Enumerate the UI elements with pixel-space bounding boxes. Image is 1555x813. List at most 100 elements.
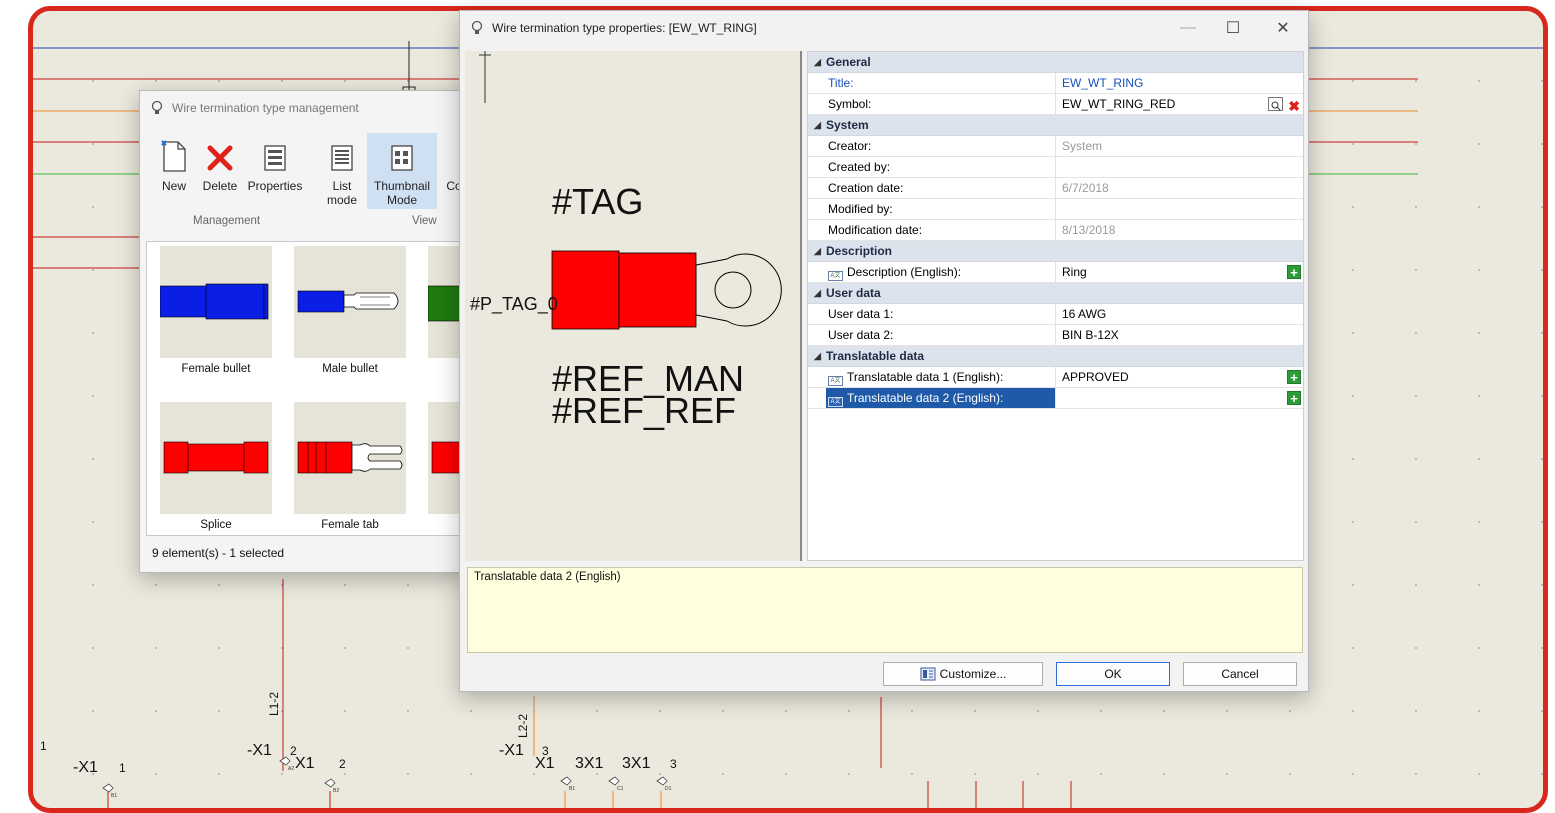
grid-dot — [407, 647, 409, 649]
termination-properties-dialog[interactable]: Wire termination type properties: [EW_WT… — [459, 10, 1309, 692]
property-modified-by-row[interactable]: Modified by: — [808, 199, 1303, 220]
grid-dot — [1415, 143, 1417, 145]
wire-label-l1: L1-2 — [267, 692, 281, 716]
customize-button[interactable]: Customize... — [883, 662, 1043, 686]
thumbnail-item[interactable]: Female bullet — [159, 246, 272, 375]
add-translation-icon[interactable]: + — [1287, 370, 1301, 384]
grid-dot — [92, 395, 94, 397]
grid-dot — [1415, 458, 1417, 460]
thumbnail-mode-button[interactable]: Thumbnail Mode — [367, 133, 437, 209]
category-description[interactable]: ◢ Description — [808, 241, 1303, 262]
property-value[interactable]: BIN B-12X — [1060, 325, 1300, 345]
preview-p-tag: #P_TAG_0 — [470, 294, 558, 315]
grid-dot — [1415, 206, 1417, 208]
grid-dot — [344, 584, 346, 586]
property-creator-row[interactable]: Creator: System — [808, 136, 1303, 157]
property-value: 8/13/2018 — [1062, 223, 1116, 237]
grid-dot — [1352, 647, 1354, 649]
property-value[interactable] — [1060, 388, 1300, 408]
properties-button[interactable]: Properties — [243, 133, 307, 193]
category-translatable-data[interactable]: ◢ Translatable data — [808, 346, 1303, 367]
property-created-by-row[interactable]: Created by: — [808, 157, 1303, 178]
grid-dot — [1541, 458, 1543, 460]
translation-icon: A文 — [828, 397, 843, 407]
grid-dot — [92, 647, 94, 649]
category-general[interactable]: ◢ General — [808, 52, 1303, 73]
grid-dot — [1352, 521, 1354, 523]
grid-dot — [1352, 206, 1354, 208]
property-user-data-2-row[interactable]: User data 2: BIN B-12X — [808, 325, 1303, 346]
property-modification-date-row[interactable]: Modification date: 8/13/2018 — [808, 220, 1303, 241]
pin-label: A2 — [288, 766, 294, 772]
new-button[interactable]: New — [154, 133, 194, 193]
grid-dot — [344, 647, 346, 649]
property-symbol-row[interactable]: Symbol: EW_WT_RING_RED ✖ — [808, 94, 1303, 116]
terminal-x1-a: -X1 — [73, 759, 98, 776]
grid-dot — [911, 773, 913, 775]
close-button[interactable]: ✕ — [1260, 11, 1306, 45]
grid-dot — [155, 647, 157, 649]
ok-button[interactable]: OK — [1056, 662, 1170, 686]
property-value[interactable]: 16 AWG — [1060, 304, 1300, 324]
grid-dot — [659, 710, 661, 712]
translation-icon: A文 — [828, 376, 843, 386]
property-value[interactable]: Ring — [1060, 262, 1300, 282]
property-description-row[interactable]: A文 Description (English): Ring + — [808, 262, 1303, 283]
terminal-x1-e: X1 — [535, 755, 555, 772]
grid-dot — [1541, 80, 1543, 82]
grid-dot — [218, 773, 220, 775]
property-value[interactable]: EW_WT_RING — [1060, 73, 1300, 93]
thumbnail-item[interactable]: Male bullet — [294, 246, 406, 375]
clear-symbol-icon[interactable]: ✖ — [1288, 96, 1300, 116]
grid-dot — [407, 584, 409, 586]
list-mode-button[interactable]: List mode — [322, 133, 362, 207]
management-titlebar[interactable]: Wire termination type management — [140, 91, 468, 125]
add-translation-icon[interactable]: + — [1287, 391, 1301, 405]
property-value[interactable]: EW_WT_RING_RED — [1060, 94, 1300, 114]
termination-thumbnail-list[interactable]: Female bullet Male bullet Splice Female … — [146, 241, 470, 536]
grid-dot — [1163, 710, 1165, 712]
property-title-row[interactable]: Title: EW_WT_RING — [808, 73, 1303, 94]
terminal-num-2b: 2 — [339, 757, 346, 771]
cancel-button[interactable]: Cancel — [1183, 662, 1297, 686]
management-title: Wire termination type management — [172, 101, 359, 115]
minimize-button[interactable]: — — [1165, 11, 1211, 45]
termination-management-window[interactable]: Wire termination type management New Del… — [139, 90, 470, 573]
grid-dot — [1100, 710, 1102, 712]
grid-dot — [1541, 773, 1543, 775]
property-name: Modification date: — [826, 220, 1056, 240]
property-translatable-2-row[interactable]: A文 Translatable data 2 (English): + — [808, 388, 1303, 409]
property-user-data-1-row[interactable]: User data 1: 16 AWG — [808, 304, 1303, 325]
grid-dot — [974, 773, 976, 775]
grid-dot — [1541, 269, 1543, 271]
grid-dot — [1415, 521, 1417, 523]
category-system[interactable]: ◢ System — [808, 115, 1303, 136]
grid-dot — [1541, 521, 1543, 523]
grid-dot — [1289, 773, 1291, 775]
delete-button[interactable]: Delete — [198, 133, 242, 193]
thumbnail-item[interactable]: Female tab — [294, 402, 406, 531]
thumbnail-item[interactable]: Splice — [160, 402, 272, 531]
property-creation-date-row[interactable]: Creation date: 6/7/2018 — [808, 178, 1303, 199]
grid-dot — [92, 80, 94, 82]
add-translation-icon[interactable]: + — [1287, 265, 1301, 279]
maximize-button[interactable]: ☐ — [1210, 11, 1256, 45]
grid-dot — [1226, 710, 1228, 712]
grid-dot — [218, 584, 220, 586]
grid-dot — [1415, 332, 1417, 334]
view-group-label: View — [412, 215, 437, 227]
grid-dot — [596, 710, 598, 712]
category-user-data[interactable]: ◢ User data — [808, 283, 1303, 304]
splice-thumbnail — [163, 441, 269, 474]
grid-dot — [1352, 773, 1354, 775]
property-name: A文 Description (English): — [826, 262, 1056, 282]
grid-dot — [155, 584, 157, 586]
property-translatable-1-row[interactable]: A文 Translatable data 1 (English): APPROVED… — [808, 367, 1303, 388]
property-grid[interactable]: ◢ General Title: EW_WT_RING Symbol: EW_WT_R… — [807, 51, 1304, 561]
female-bullet-thumbnail — [159, 283, 269, 320]
browse-symbol-icon[interactable] — [1268, 97, 1283, 111]
grid-dot — [92, 584, 94, 586]
terminal-x1-b: -X1 — [247, 742, 272, 759]
property-value[interactable]: APPROVED — [1060, 367, 1300, 387]
terminal-pin-icon: B1 — [560, 776, 575, 792]
